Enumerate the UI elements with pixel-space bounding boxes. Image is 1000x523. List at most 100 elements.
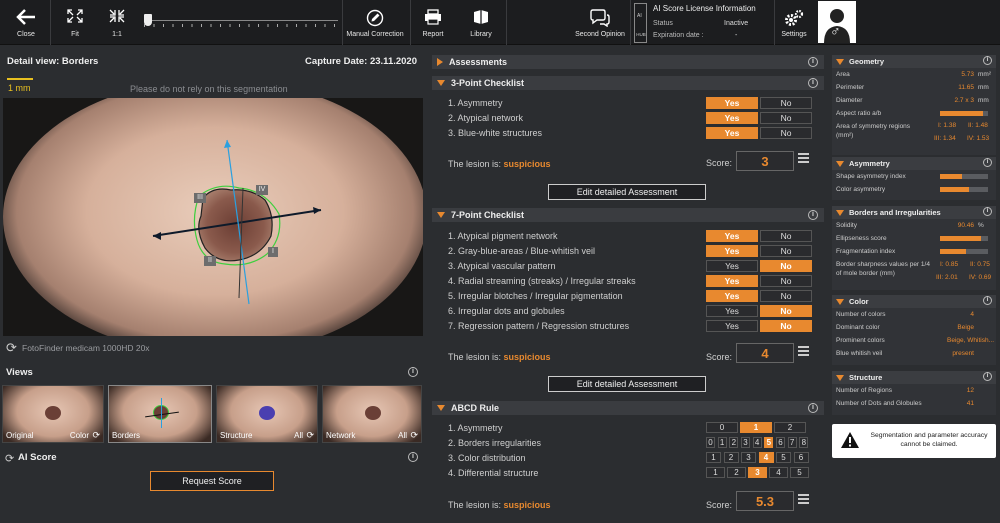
edit-assessment-button[interactable]: Edit detailed Assessment: [548, 376, 706, 392]
checklist-item: 4. Radial streaming (streaks) / Irregula…: [448, 276, 636, 286]
no-toggle[interactable]: No: [760, 245, 812, 257]
yes-toggle[interactable]: Yes: [706, 230, 758, 242]
manual-correction-button[interactable]: Manual Correction: [346, 0, 404, 45]
one-to-one-button[interactable]: 1:1: [100, 0, 134, 45]
request-score-button[interactable]: Request Score: [150, 471, 274, 491]
result-label: The lesion is:: [448, 159, 502, 169]
score-option[interactable]: 8: [799, 437, 809, 448]
score-option[interactable]: 5: [776, 452, 791, 463]
param-value: II: 1.48: [968, 122, 988, 129]
score-option[interactable]: 1: [706, 467, 725, 478]
report-button[interactable]: Report: [416, 0, 450, 45]
param-bar: [940, 174, 988, 179]
score-option[interactable]: 2: [723, 452, 739, 463]
structure-info-icon[interactable]: i: [983, 372, 992, 381]
score-option[interactable]: 2: [727, 467, 746, 478]
score-option[interactable]: 1: [706, 452, 721, 463]
view-thumb-mode: All: [294, 431, 303, 440]
score-option[interactable]: 0: [706, 437, 715, 448]
yes-toggle[interactable]: Yes: [706, 97, 758, 109]
refresh-icon[interactable]: ⟳: [410, 430, 418, 441]
no-toggle[interactable]: No: [760, 260, 812, 272]
view-thumb-original[interactable]: Original Color ⟳: [2, 385, 104, 443]
fit-button[interactable]: Fit: [58, 0, 92, 45]
geometry-header[interactable]: Geometry i: [832, 55, 996, 68]
score-option[interactable]: 1: [740, 422, 772, 433]
collapsed-arrow-icon: [437, 58, 443, 66]
param-label: Number of Dots and Globules: [836, 400, 922, 407]
borders-info-icon[interactable]: i: [983, 207, 992, 216]
score-option[interactable]: 5: [764, 437, 774, 448]
score-option[interactable]: 6: [793, 452, 809, 463]
score-option[interactable]: 4: [769, 467, 788, 478]
color-header[interactable]: Color i: [832, 295, 996, 308]
checklist7-header[interactable]: 7-Point Checklist i: [432, 208, 824, 222]
abcd-header[interactable]: ABCD Rule i: [432, 401, 824, 415]
no-toggle[interactable]: No: [760, 320, 812, 332]
borders-header[interactable]: Borders and Irregularities i: [832, 206, 996, 219]
score-option[interactable]: 5: [790, 467, 809, 478]
yes-toggle[interactable]: Yes: [706, 275, 758, 287]
refresh-icon[interactable]: ⟳: [6, 340, 17, 356]
no-toggle[interactable]: No: [760, 290, 812, 302]
assessments-header[interactable]: Assessments i: [432, 55, 824, 69]
views-info-icon[interactable]: i: [408, 367, 418, 377]
library-button[interactable]: Library: [464, 0, 498, 45]
param-value: II: 0.75: [970, 261, 990, 268]
no-toggle[interactable]: No: [760, 97, 812, 109]
no-toggle[interactable]: No: [760, 230, 812, 242]
score-option[interactable]: 7: [787, 437, 797, 448]
score-option[interactable]: 2: [774, 422, 806, 433]
yes-toggle[interactable]: Yes: [706, 127, 758, 139]
score-option[interactable]: 0: [706, 422, 738, 433]
yes-toggle[interactable]: Yes: [706, 245, 758, 257]
yes-toggle[interactable]: Yes: [706, 290, 758, 302]
geometry-info-icon[interactable]: i: [983, 56, 992, 65]
color-info-icon[interactable]: i: [983, 296, 992, 305]
score-option[interactable]: 6: [776, 437, 785, 448]
param-label: Number of Regions: [836, 387, 892, 394]
edit-assessment-button[interactable]: Edit detailed Assessment: [548, 184, 706, 200]
view-thumb-structure[interactable]: Structure All ⟳: [216, 385, 318, 443]
checklist7-info-icon[interactable]: i: [808, 210, 818, 220]
list-icon[interactable]: [798, 153, 809, 167]
dermoscopy-image[interactable]: III IV II I: [3, 98, 423, 336]
view-thumb-borders[interactable]: Borders: [108, 385, 212, 443]
no-toggle[interactable]: No: [760, 275, 812, 287]
no-toggle[interactable]: No: [760, 112, 812, 124]
checklist7-score: 4: [736, 343, 794, 363]
score-option[interactable]: 4: [758, 452, 774, 463]
zoom-slider[interactable]: [144, 14, 338, 28]
close-button[interactable]: Close: [6, 0, 46, 45]
assessments-info-icon[interactable]: i: [808, 57, 818, 67]
asymmetry-info-icon[interactable]: i: [983, 158, 992, 167]
view-thumb-network[interactable]: Network All ⟳: [322, 385, 422, 443]
refresh-icon[interactable]: ⟳: [5, 452, 14, 465]
asymmetry-header[interactable]: Asymmetry i: [832, 157, 996, 170]
abcd-info-icon[interactable]: i: [808, 403, 818, 413]
yes-toggle[interactable]: Yes: [706, 320, 758, 332]
score-option[interactable]: 3: [741, 452, 756, 463]
score-option[interactable]: 2: [729, 437, 739, 448]
structure-header[interactable]: Structure i: [832, 371, 996, 384]
list-icon[interactable]: [798, 346, 809, 360]
refresh-icon[interactable]: ⟳: [306, 430, 314, 441]
yes-toggle[interactable]: Yes: [706, 260, 758, 272]
no-toggle[interactable]: No: [760, 127, 812, 139]
score-option[interactable]: 4: [752, 437, 762, 448]
refresh-icon[interactable]: ⟳: [92, 430, 100, 441]
param-row: Diameter 2.7 x 3 mm: [832, 94, 996, 107]
checklist3-info-icon[interactable]: i: [808, 78, 818, 88]
settings-button[interactable]: Settings: [776, 0, 812, 45]
param-value: present: [952, 350, 974, 357]
score-option[interactable]: 1: [717, 437, 727, 448]
second-opinion-button[interactable]: Second Opinion: [574, 0, 626, 45]
list-icon[interactable]: [798, 494, 809, 508]
yes-toggle[interactable]: Yes: [706, 112, 758, 124]
yes-toggle[interactable]: Yes: [706, 305, 758, 317]
ai-score-info-icon[interactable]: i: [408, 452, 418, 462]
checklist3-header[interactable]: 3-Point Checklist i: [432, 76, 824, 90]
no-toggle[interactable]: No: [760, 305, 812, 317]
score-option[interactable]: 3: [741, 437, 750, 448]
score-option[interactable]: 3: [748, 467, 767, 478]
